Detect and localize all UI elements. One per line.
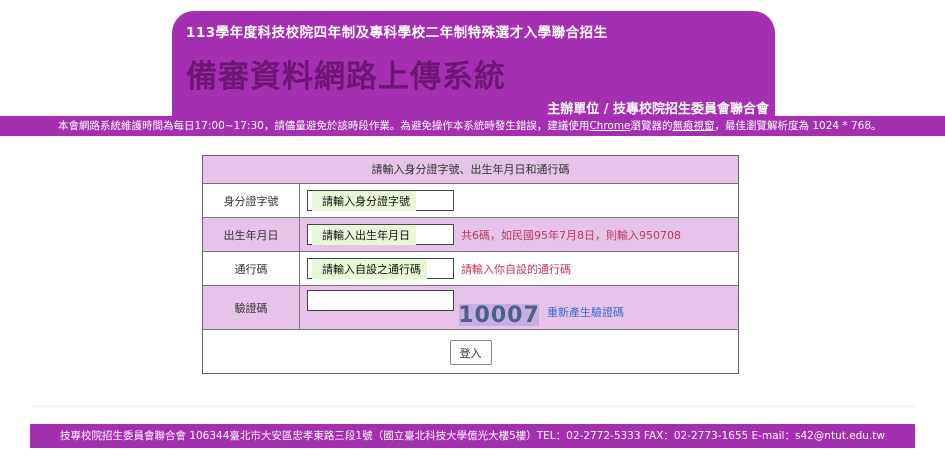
captcha-row: 驗證碼 10007 重新產生驗證碼 bbox=[203, 286, 738, 330]
captcha-input[interactable] bbox=[307, 290, 454, 311]
maintenance-notice: 本會網路系統維護時間為每日17:00~17:30，請儘量避免於該時段作業。為避免… bbox=[0, 116, 945, 136]
notice-mid: 瀏覽器的 bbox=[630, 120, 673, 132]
captcha-label: 驗證碼 bbox=[203, 286, 300, 329]
header-banner: 113學年度科技校院四年制及專科學校二年制特殊選才入學聯合招生 備審資料網路上傳… bbox=[172, 11, 775, 117]
form-header: 請輸入身分證字號、出生年月日和通行碼 bbox=[203, 156, 738, 184]
pass-code-placeholder: 請輸入自設之通行碼 bbox=[312, 258, 427, 279]
exam-subtitle: 113學年度科技校院四年制及專科學校二年制特殊選才入學聯合招生 bbox=[186, 25, 608, 41]
system-title: 備審資料網路上傳系統 bbox=[186, 59, 506, 95]
notice-prefix: 本會網路系統維護時間為每日17:00~17:30，請儘量避免於該時段作業。為避免… bbox=[58, 120, 590, 132]
id-row: 身分證字號 請輸入身分證字號 bbox=[203, 184, 738, 218]
login-button[interactable]: 登入 bbox=[449, 340, 492, 365]
pass-hint: 請輸入你自設的通行碼 bbox=[461, 262, 571, 276]
id-label: 身分證字號 bbox=[203, 184, 300, 217]
birth-label: 出生年月日 bbox=[203, 218, 300, 251]
login-button-row: 登入 bbox=[203, 330, 738, 375]
id-number-input[interactable]: 請輸入身分證字號 bbox=[307, 190, 454, 211]
birth-row: 出生年月日 請輸入出生年月日 共6碼，如民國95年7月8日，則輸入950708 bbox=[203, 218, 738, 252]
id-number-placeholder: 請輸入身分證字號 bbox=[312, 190, 416, 211]
incognito-link[interactable]: 無痕視窗 bbox=[673, 120, 715, 132]
birth-date-input[interactable]: 請輸入出生年月日 bbox=[307, 224, 454, 245]
captcha-image: 10007 bbox=[458, 302, 540, 328]
birth-date-placeholder: 請輸入出生年月日 bbox=[312, 224, 416, 245]
footer-contact: 技專校院招生委員會聯合會 106344臺北市大安區忠孝東路三段1號（國立臺北科技… bbox=[30, 424, 915, 448]
pass-code-input[interactable]: 請輸入自設之通行碼 bbox=[307, 258, 454, 279]
regenerate-captcha-link[interactable]: 重新產生驗證碼 bbox=[547, 304, 624, 320]
notice-suffix: ，最佳瀏覽解析度為 1024 * 768。 bbox=[714, 120, 882, 132]
chrome-link[interactable]: Chrome bbox=[589, 120, 630, 132]
birth-hint: 共6碼，如民國95年7月8日，則輸入950708 bbox=[461, 228, 681, 242]
pass-row: 通行碼 請輸入自設之通行碼 請輸入你自設的通行碼 bbox=[203, 252, 738, 286]
footer-divider bbox=[30, 406, 915, 407]
login-form: 請輸入身分證字號、出生年月日和通行碼 身分證字號 請輸入身分證字號 出生年月日 … bbox=[202, 155, 739, 374]
organizer-text: 主辦單位 / 技專校院招生委員會聯合會 bbox=[547, 102, 769, 117]
pass-label: 通行碼 bbox=[203, 252, 300, 285]
